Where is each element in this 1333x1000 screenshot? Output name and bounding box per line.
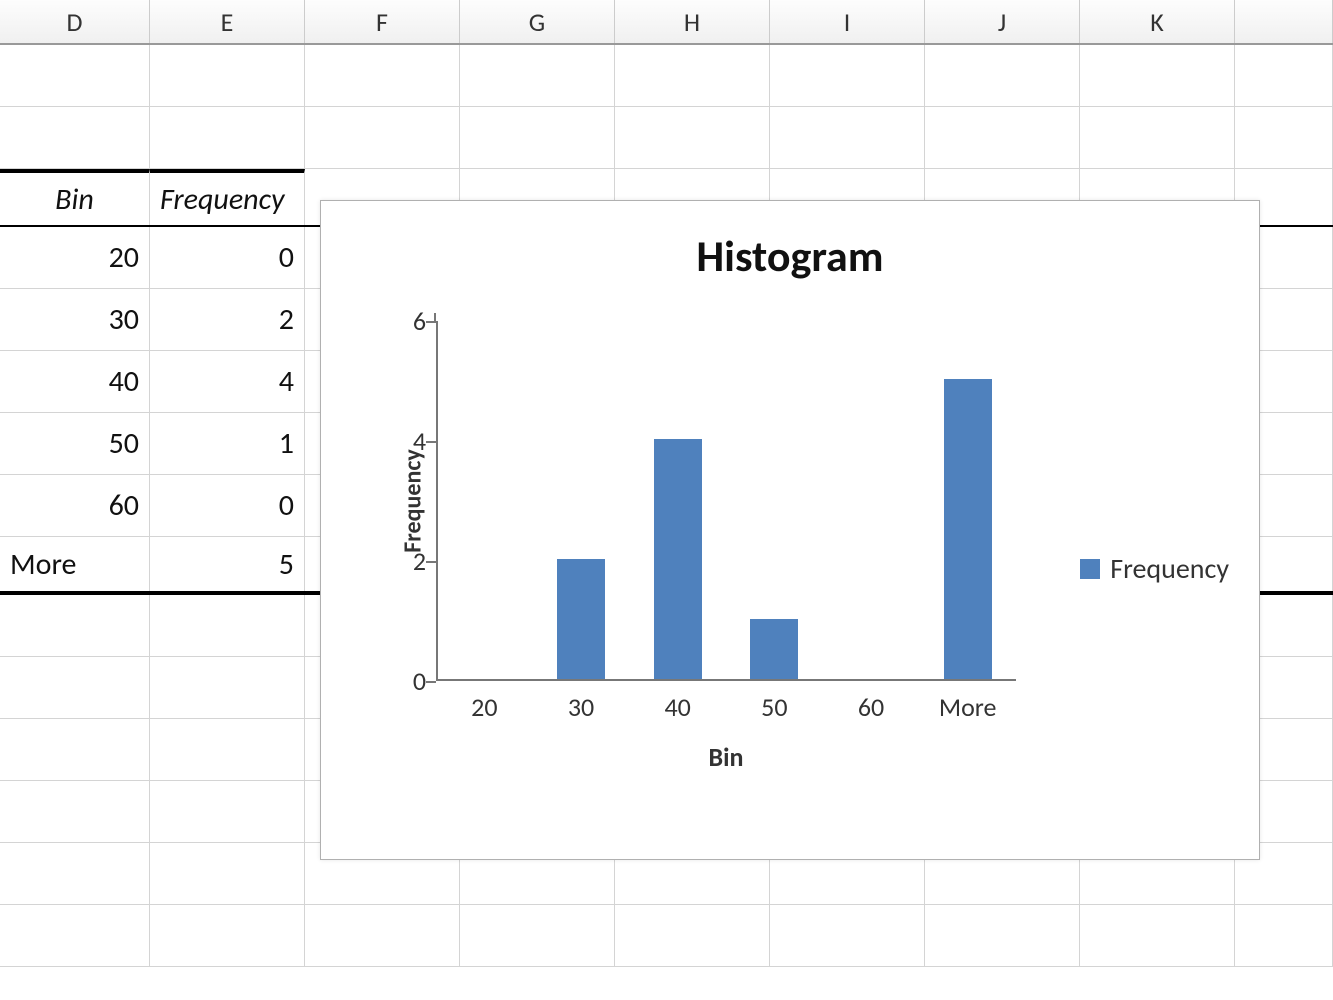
x-tick-label: 60 [858,691,884,723]
chart-title: Histogram [321,229,1259,283]
cell[interactable] [770,107,925,168]
cell[interactable] [460,45,615,106]
column-header-row: D E F G H I J K [0,0,1333,45]
cell[interactable] [150,595,305,656]
y-tick [426,561,436,563]
cell-bin[interactable]: 60 [0,475,150,536]
cell[interactable] [150,905,305,966]
grid-row [0,107,1333,169]
col-header-h[interactable]: H [615,0,770,43]
x-tick-label: More [939,691,997,723]
table-header-bin[interactable]: Bin [0,169,150,225]
col-header-g[interactable]: G [460,0,615,43]
y-axis-title: Frequency [398,449,427,553]
cell-freq[interactable]: 1 [150,413,305,474]
cell[interactable] [150,843,305,904]
chart-bar [944,379,992,679]
chart-bar [654,439,702,679]
cell[interactable] [150,107,305,168]
cell[interactable] [0,45,150,106]
cell[interactable] [770,905,925,966]
cell[interactable] [925,107,1080,168]
col-header-d[interactable]: D [0,0,150,43]
legend-label: Frequency [1110,551,1229,586]
cell[interactable] [1235,905,1333,966]
cell-freq[interactable]: 5 [150,537,305,591]
plot-area: Frequency Bin 02462030405060More [436,321,1016,681]
cell-bin[interactable]: 20 [0,227,150,288]
cell[interactable] [615,107,770,168]
cell[interactable] [150,657,305,718]
cell-freq[interactable]: 0 [150,475,305,536]
chart-legend: Frequency [1080,551,1229,586]
col-header-rest [1235,0,1333,43]
y-axis-cap [434,313,436,321]
cell[interactable] [305,45,460,106]
y-tick-label: 4 [413,425,426,457]
col-header-f[interactable]: F [305,0,460,43]
cell[interactable] [0,595,150,656]
table-header-freq[interactable]: Frequency [150,169,305,225]
y-tick [426,321,436,323]
histogram-chart[interactable]: Histogram Frequency Bin 02462030405060Mo… [320,200,1260,860]
cell[interactable] [0,657,150,718]
x-tick-label: 30 [568,691,594,723]
cell[interactable] [0,843,150,904]
grid-row [0,45,1333,107]
x-tick-label: 40 [664,691,690,723]
cell[interactable] [1080,45,1235,106]
chart-bar [750,619,798,679]
cell[interactable] [460,107,615,168]
cell[interactable] [0,905,150,966]
cell[interactable] [150,719,305,780]
cell[interactable] [150,45,305,106]
col-header-k[interactable]: K [1080,0,1235,43]
cell[interactable] [150,781,305,842]
cell[interactable] [615,45,770,106]
cell-bin[interactable]: 30 [0,289,150,350]
x-axis-title: Bin [709,741,744,773]
y-tick-label: 2 [413,545,426,577]
cell[interactable] [0,719,150,780]
grid-row [0,905,1333,967]
chart-bar [557,559,605,679]
legend-swatch-icon [1080,559,1100,579]
cell[interactable] [1235,107,1333,168]
cell[interactable] [615,905,770,966]
cell[interactable] [305,107,460,168]
x-tick-label: 20 [471,691,497,723]
y-axis-line [436,321,438,681]
cell[interactable] [0,107,150,168]
x-tick-label: 50 [761,691,787,723]
y-tick [426,681,436,683]
cell[interactable] [925,45,1080,106]
y-tick [426,441,436,443]
col-header-e[interactable]: E [150,0,305,43]
cell[interactable] [770,45,925,106]
cell-freq[interactable]: 0 [150,227,305,288]
cell[interactable] [1080,905,1235,966]
cell[interactable] [0,781,150,842]
y-tick-label: 0 [413,665,426,697]
cell[interactable] [925,905,1080,966]
col-header-i[interactable]: I [770,0,925,43]
cell[interactable] [305,905,460,966]
x-axis-line [436,679,1016,681]
cell-freq[interactable]: 2 [150,289,305,350]
cell-bin[interactable]: 40 [0,351,150,412]
cell-bin[interactable]: More [0,537,150,591]
cell[interactable] [1080,107,1235,168]
col-header-j[interactable]: J [925,0,1080,43]
cell[interactable] [460,905,615,966]
cell-freq[interactable]: 4 [150,351,305,412]
cell-bin[interactable]: 50 [0,413,150,474]
y-tick-label: 6 [413,305,426,337]
cell[interactable] [1235,45,1333,106]
